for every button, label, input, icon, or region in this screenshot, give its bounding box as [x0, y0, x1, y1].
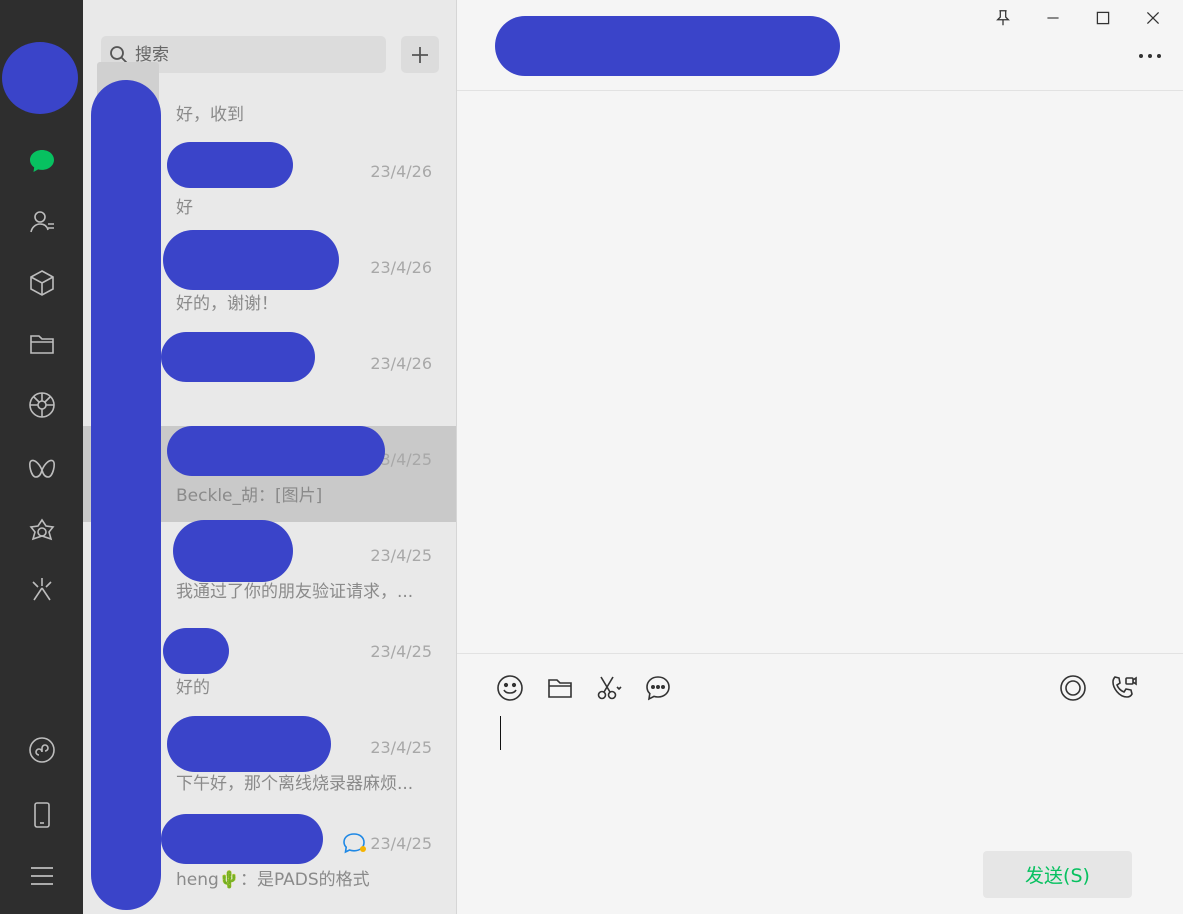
conversation-item[interactable]: 23/4/25 好的	[83, 618, 456, 714]
favorites-icon[interactable]	[21, 262, 63, 304]
conversation-item[interactable]: 23/4/25 我通过了你的朋友验证请求，...	[83, 522, 456, 618]
screenshot-icon[interactable]	[593, 672, 625, 704]
avatar	[97, 828, 159, 888]
quote-icon	[342, 832, 368, 854]
chat-panel: 发送(S)	[457, 0, 1183, 914]
menu-icon[interactable]	[21, 855, 63, 897]
conversation-preview: 好	[176, 198, 193, 218]
mini-programs-icon[interactable]	[21, 729, 63, 771]
avatar	[97, 732, 159, 792]
chat-icon[interactable]	[21, 140, 63, 182]
conversation-time: 23/4/26	[370, 354, 432, 373]
avatar	[97, 444, 159, 504]
conversation-time: 23/4/26	[370, 162, 432, 181]
conversation-item[interactable]: 好，收到	[83, 44, 456, 138]
conversation-preview: 好的，谢谢！	[176, 294, 278, 314]
look-icon[interactable]	[21, 511, 63, 553]
channels-icon[interactable]	[21, 449, 63, 491]
conversation-preview: 好，收到	[176, 105, 244, 125]
chat-header	[457, 0, 1183, 91]
maximize-icon[interactable]	[1088, 6, 1118, 30]
contacts-icon[interactable]	[21, 201, 63, 243]
conversation-preview: 好的	[176, 678, 210, 698]
conversation-item[interactable]: 23/4/26	[83, 330, 456, 426]
wechat-window: 好，收到 23/4/26 好 23/4/26 好的，谢谢！ 23/4/26 23/4/25 B…	[0, 0, 1183, 914]
conversation-preview: 下午好，那个离线烧录器麻烦...	[176, 774, 414, 794]
live-icon[interactable]	[1057, 672, 1089, 704]
conversation-preview: Beckle_胡：[图片]	[176, 486, 323, 506]
conversation-item[interactable]: 23/4/26 好的，谢谢！	[83, 234, 456, 330]
conversation-time: 23/4/25	[370, 546, 432, 565]
conversation-item[interactable]: 23/4/25 heng🌵：是PADS的格式	[83, 810, 456, 906]
message-area	[457, 91, 1183, 653]
avatar[interactable]	[2, 42, 78, 114]
close-icon[interactable]	[1138, 6, 1168, 30]
avatar	[97, 348, 159, 408]
conversation-preview: heng🌵：是PADS的格式	[176, 870, 370, 890]
avatar	[97, 636, 159, 696]
send-button[interactable]: 发送(S)	[983, 851, 1132, 898]
conversation-time: 23/4/25	[370, 450, 432, 469]
conversation-item[interactable]: 23/4/26 好	[83, 138, 456, 234]
nav-rail	[0, 0, 83, 914]
avatar	[97, 252, 159, 312]
chat-history-icon[interactable]	[642, 672, 674, 704]
conversation-time: 23/4/25	[370, 738, 432, 757]
text-caret	[500, 716, 501, 750]
emoji-icon[interactable]	[494, 672, 526, 704]
avatar	[97, 156, 159, 216]
avatar	[97, 540, 159, 600]
conversation-time: 23/4/25	[370, 834, 432, 853]
minimize-icon[interactable]	[1038, 6, 1068, 30]
files-icon[interactable]	[21, 323, 63, 365]
search-feature-icon[interactable]	[21, 568, 63, 610]
moments-icon[interactable]	[21, 384, 63, 426]
message-input[interactable]	[497, 714, 1141, 848]
conversation-item[interactable]: 23/4/25 Beckle_胡：[图片]	[83, 426, 456, 522]
pin-icon[interactable]	[988, 6, 1018, 30]
conversation-list: 好，收到 23/4/26 好 23/4/26 好的，谢谢！ 23/4/26 23/4/25 B…	[83, 0, 457, 914]
conversation-time: 23/4/25	[370, 642, 432, 661]
composer: 发送(S)	[457, 653, 1183, 914]
more-icon[interactable]	[1135, 44, 1165, 68]
call-icon[interactable]	[1107, 672, 1139, 704]
avatar	[97, 62, 159, 122]
folder-icon[interactable]	[544, 672, 576, 704]
conversation-time: 23/4/26	[370, 258, 432, 277]
conversation-preview: 我通过了你的朋友验证请求，...	[176, 582, 414, 602]
phone-icon[interactable]	[21, 794, 63, 836]
conversation-item[interactable]: 23/4/25 下午好，那个离线烧录器麻烦...	[83, 714, 456, 810]
